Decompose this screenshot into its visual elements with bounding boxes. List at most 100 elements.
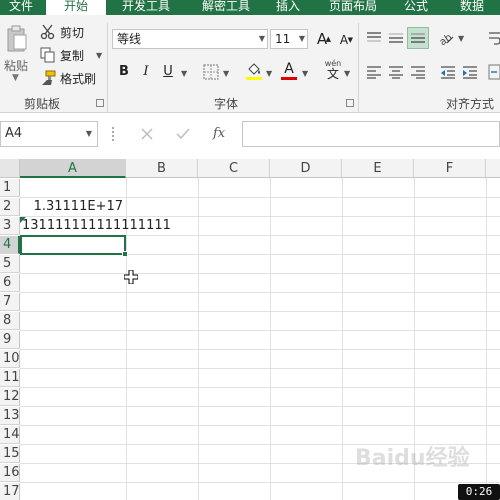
tab-home[interactable]: 开始: [46, 0, 106, 16]
fill-color-dropdown-icon[interactable]: ▼: [266, 69, 272, 78]
grow-font-button[interactable]: A ▲: [313, 30, 331, 48]
cell-a3[interactable]: 131111111111111111: [22, 217, 171, 235]
gridline: [342, 178, 343, 500]
paintbrush-icon: [42, 70, 56, 85]
row-header[interactable]: 17: [0, 483, 20, 500]
formula-bar-grip[interactable]: [112, 127, 114, 141]
gridline: [486, 178, 487, 500]
gridline: [270, 178, 271, 500]
orientation-icon[interactable]: ab: [437, 29, 455, 47]
row-header[interactable]: 15: [0, 445, 20, 463]
gridline: [198, 178, 199, 500]
clipboard-dialog-launcher-icon[interactable]: [96, 99, 104, 107]
row-header[interactable]: 6: [0, 274, 20, 292]
font-dialog-launcher-icon[interactable]: [346, 99, 354, 107]
insert-function-button[interactable]: fx: [213, 121, 225, 147]
paste-dropdown-icon[interactable]: ▼: [12, 73, 19, 83]
active-cell-a4[interactable]: [20, 235, 126, 255]
format-painter-button[interactable]: 格式刷: [40, 69, 96, 87]
column-header-b[interactable]: B: [126, 159, 198, 178]
underline-button[interactable]: U: [159, 63, 177, 81]
row-header[interactable]: 12: [0, 388, 20, 406]
font-color-swatch: [281, 77, 297, 80]
enter-check-icon[interactable]: [176, 127, 190, 141]
align-left-icon[interactable]: [366, 65, 382, 79]
align-right-icon[interactable]: [410, 65, 426, 79]
wrap-text-icon[interactable]: [488, 31, 500, 47]
row-header[interactable]: 3: [0, 217, 20, 235]
gridline: [20, 330, 500, 331]
align-middle-icon[interactable]: [388, 31, 404, 45]
copy-icon: [40, 47, 55, 63]
gridline: [20, 292, 500, 293]
phonetic-guide-button[interactable]: wén 文: [322, 60, 344, 82]
fill-color-icon[interactable]: [245, 61, 263, 81]
font-color-dropdown-icon[interactable]: ▼: [302, 69, 308, 78]
tab-page-layout[interactable]: 页面布局: [322, 0, 384, 15]
tab-insert[interactable]: 插入: [268, 0, 308, 15]
bold-button[interactable]: B: [115, 63, 133, 81]
font-name-combo[interactable]: 等线 ▼: [112, 29, 268, 49]
group-separator: [358, 23, 359, 113]
align-top-icon[interactable]: [366, 31, 382, 45]
italic-button[interactable]: I: [137, 63, 155, 81]
phonetic-dropdown-icon[interactable]: ▼: [344, 69, 350, 78]
row-header[interactable]: 8: [0, 312, 20, 330]
row-header[interactable]: 4: [0, 236, 20, 254]
column-header-f[interactable]: F: [414, 159, 486, 178]
orientation-dropdown-icon[interactable]: ▼: [458, 34, 464, 43]
borders-icon[interactable]: [203, 64, 219, 80]
column-header-d[interactable]: D: [270, 159, 342, 178]
tab-file[interactable]: 文件: [0, 0, 42, 15]
column-header-a[interactable]: A: [20, 159, 126, 178]
tab-developer[interactable]: 开发工具: [114, 0, 178, 15]
row-header[interactable]: 1: [0, 179, 20, 197]
underline-dropdown-icon[interactable]: ▼: [181, 69, 187, 78]
tab-formulas[interactable]: 公式: [396, 0, 436, 15]
font-size-combo[interactable]: 11 ▼: [270, 29, 308, 49]
row-header[interactable]: 16: [0, 464, 20, 482]
increase-indent-icon[interactable]: [462, 65, 478, 79]
row-header[interactable]: 7: [0, 293, 20, 311]
row-header[interactable]: 11: [0, 369, 20, 387]
name-box-value: A4: [5, 126, 23, 141]
video-timer: 0:26: [458, 484, 500, 500]
cut-button[interactable]: 剪切: [40, 23, 84, 41]
fill-handle[interactable]: [122, 251, 128, 257]
svg-text:ab: ab: [438, 32, 455, 47]
tab-decrypt-tools[interactable]: 解密工具: [194, 0, 258, 15]
copy-dropdown-icon[interactable]: ▼: [96, 51, 102, 60]
ribbon-tab-bar: 文件 开始 开发工具 解密工具 插入 页面布局 公式 数据: [0, 0, 500, 16]
tab-data[interactable]: 数据: [450, 0, 494, 15]
paste-icon: [7, 25, 27, 52]
merge-center-icon[interactable]: [488, 64, 500, 80]
copy-button[interactable]: 复制 ▼: [40, 46, 102, 64]
shrink-font-button[interactable]: A ▼: [335, 31, 353, 49]
row-header[interactable]: 14: [0, 426, 20, 444]
row-header[interactable]: 13: [0, 407, 20, 425]
cancel-icon[interactable]: [140, 127, 154, 141]
borders-dropdown-icon[interactable]: ▼: [223, 69, 229, 78]
row-header[interactable]: 2: [0, 198, 20, 216]
formula-input[interactable]: [242, 121, 500, 147]
align-center-icon[interactable]: [388, 65, 404, 79]
decrease-indent-icon[interactable]: [440, 65, 456, 79]
group-separator: [107, 23, 108, 113]
font-name-dropdown-icon[interactable]: ▼: [259, 30, 265, 48]
scissors-icon: [40, 24, 55, 40]
select-all-corner[interactable]: [0, 159, 20, 178]
font-color-button[interactable]: A: [280, 60, 298, 78]
column-header-g[interactable]: [486, 159, 500, 178]
row-header[interactable]: 5: [0, 255, 20, 273]
cell-a2[interactable]: 1.31111E+17: [20, 198, 123, 216]
row-header[interactable]: 10: [0, 350, 20, 368]
column-header-c[interactable]: C: [198, 159, 270, 178]
align-bottom-button[interactable]: [407, 27, 429, 49]
row-header[interactable]: 9: [0, 331, 20, 349]
gridline: [20, 406, 500, 407]
name-box-dropdown-icon[interactable]: ▼: [86, 122, 92, 146]
column-header-e[interactable]: E: [342, 159, 414, 178]
gridline: [20, 387, 500, 388]
font-size-dropdown-icon[interactable]: ▼: [299, 30, 305, 48]
name-box[interactable]: A4 ▼: [0, 121, 98, 147]
